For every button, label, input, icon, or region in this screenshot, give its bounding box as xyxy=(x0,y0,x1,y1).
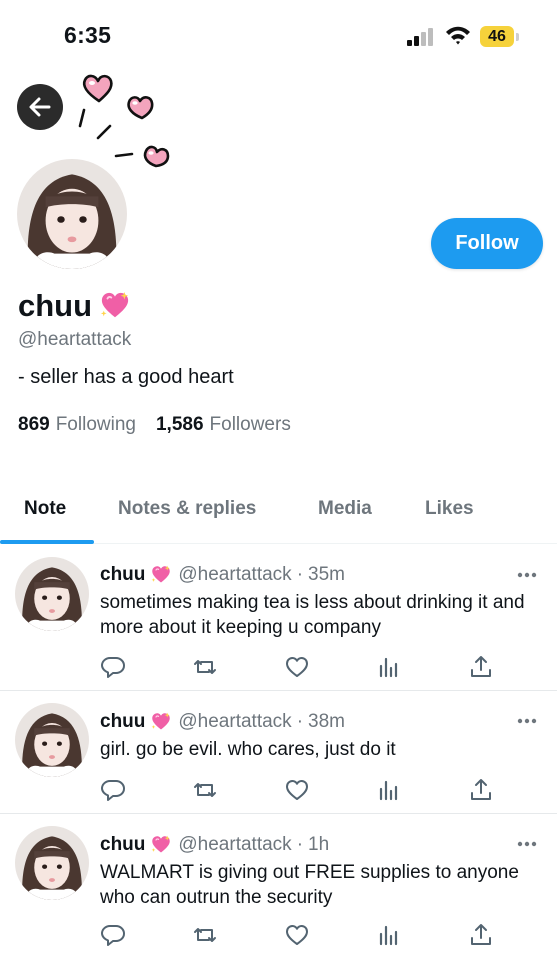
post-header: chuu @heartattack · 38m xyxy=(100,711,345,733)
display-name: chuu xyxy=(18,288,130,324)
avatar-image xyxy=(15,826,89,900)
post-time: 35m xyxy=(308,564,345,585)
battery-tip xyxy=(516,32,519,41)
post-avatar[interactable] xyxy=(15,703,89,777)
following-count: 869 xyxy=(18,414,50,435)
status-time: 6:35 xyxy=(64,22,112,48)
views-icon xyxy=(379,780,398,801)
post-handle[interactable]: @heartattack xyxy=(178,564,291,586)
post-author-name[interactable]: chuu xyxy=(100,711,145,733)
post-separator: · xyxy=(296,834,304,855)
post-text: WALMART is giving out FREE supplies to a… xyxy=(100,862,519,908)
following-link[interactable]: 869 Following xyxy=(18,414,136,436)
post-separator: · xyxy=(296,711,304,732)
post[interactable]: chuu @heartattack · 35m sometimes making… xyxy=(0,545,557,691)
display-name-text: chuu xyxy=(18,288,93,323)
like-button[interactable] xyxy=(284,654,310,680)
status-bar: 6:35 46 xyxy=(0,0,557,72)
profile-tabs: Note Notes & replies Media Likes xyxy=(0,486,557,544)
battery-icon: 46 xyxy=(480,26,519,47)
followers-count: 1,586 xyxy=(155,414,204,435)
sparkling-heart-icon xyxy=(151,565,171,585)
post-text: girl. go be evil. who cares, just do it xyxy=(100,739,396,760)
post-handle[interactable]: @heartattack xyxy=(178,711,291,733)
tab-note[interactable]: Note xyxy=(24,498,66,520)
arrow-left-icon xyxy=(29,97,51,117)
reply-icon xyxy=(101,657,125,678)
share-icon xyxy=(471,656,491,677)
views-icon xyxy=(379,657,398,678)
avatar-image xyxy=(15,703,89,777)
like-icon xyxy=(286,657,308,677)
more-options-icon[interactable] xyxy=(517,572,537,578)
tab-likes[interactable]: Likes xyxy=(425,498,474,520)
like-button[interactable] xyxy=(284,777,310,803)
like-icon xyxy=(286,925,308,945)
more-options-icon[interactable] xyxy=(517,841,537,847)
post-actions xyxy=(100,777,500,803)
reply-button[interactable] xyxy=(100,777,126,803)
share-button[interactable] xyxy=(468,922,494,948)
post-time: 1h xyxy=(308,834,330,855)
post-header: chuu @heartattack · 1h xyxy=(100,834,329,856)
repost-button[interactable] xyxy=(192,654,218,680)
repost-icon xyxy=(194,928,216,942)
share-icon xyxy=(471,779,491,800)
views-icon xyxy=(379,925,398,946)
post[interactable]: chuu @heartattack · 38m girl. go be evil… xyxy=(0,691,557,814)
post-handle[interactable]: @heartattack xyxy=(178,834,291,856)
reply-icon xyxy=(101,925,125,946)
post-avatar[interactable] xyxy=(15,557,89,631)
repost-button[interactable] xyxy=(192,777,218,803)
reply-icon xyxy=(101,780,125,801)
post-time: 38m xyxy=(308,711,345,732)
signal-icon xyxy=(407,28,433,46)
notes-feed: chuu @heartattack · 35m sometimes making… xyxy=(0,545,557,960)
battery-level: 46 xyxy=(480,26,514,47)
profile-bio: - seller has a good heart xyxy=(18,366,234,388)
active-tab-indicator xyxy=(0,540,94,544)
repost-icon xyxy=(194,660,216,674)
tab-notes-replies[interactable]: Notes & replies xyxy=(118,498,256,520)
views-button[interactable] xyxy=(375,922,401,948)
sparkling-heart-icon xyxy=(100,291,130,321)
followers-label: Followers xyxy=(209,414,291,435)
share-icon xyxy=(471,924,491,945)
reply-button[interactable] xyxy=(100,654,126,680)
views-button[interactable] xyxy=(375,654,401,680)
wifi-icon xyxy=(446,26,470,45)
back-button[interactable] xyxy=(17,84,63,130)
profile-stats: 869 Following 1,586 Followers xyxy=(18,414,305,436)
reply-button[interactable] xyxy=(100,922,126,948)
views-button[interactable] xyxy=(375,777,401,803)
like-button[interactable] xyxy=(284,922,310,948)
profile-avatar[interactable] xyxy=(14,156,130,272)
post-author-name[interactable]: chuu xyxy=(100,834,145,856)
post-actions xyxy=(100,922,500,948)
following-label: Following xyxy=(55,414,136,435)
sparkling-heart-icon xyxy=(151,835,171,855)
post-actions xyxy=(100,654,500,680)
more-options-icon[interactable] xyxy=(517,718,537,724)
tab-media[interactable]: Media xyxy=(318,498,372,520)
post-author-name[interactable]: chuu xyxy=(100,564,145,586)
post-avatar[interactable] xyxy=(15,826,89,900)
post-text: sometimes making tea is less about drink… xyxy=(100,592,525,638)
like-icon xyxy=(286,780,308,800)
avatar-image xyxy=(15,557,89,631)
followers-link[interactable]: 1,586 Followers xyxy=(156,414,291,436)
post[interactable]: chuu @heartattack · 1h WALMART is giving… xyxy=(0,814,557,960)
profile-handle: @heartattack xyxy=(18,329,132,350)
repost-button[interactable] xyxy=(192,922,218,948)
share-button[interactable] xyxy=(468,654,494,680)
repost-icon xyxy=(194,783,216,797)
post-header: chuu @heartattack · 35m xyxy=(100,564,345,586)
follow-button[interactable]: Follow xyxy=(431,218,543,269)
post-separator: · xyxy=(296,564,304,585)
share-button[interactable] xyxy=(468,777,494,803)
avatar-image xyxy=(17,159,127,269)
sparkling-heart-icon xyxy=(151,712,171,732)
